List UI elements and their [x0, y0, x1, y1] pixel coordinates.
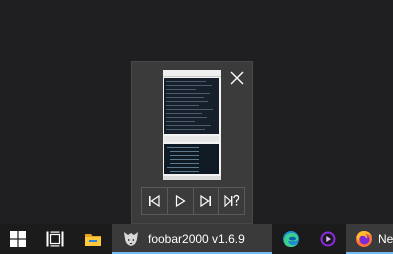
foobar2000-icon: [124, 232, 138, 246]
media-player-icon: [320, 231, 336, 247]
task-view-button[interactable]: [36, 224, 74, 254]
firefox-icon: [356, 231, 372, 247]
next-track-button[interactable]: [194, 188, 220, 214]
play-button[interactable]: [168, 188, 194, 214]
taskbar-thumbnail-preview[interactable]: [131, 61, 253, 224]
edge-icon: [283, 231, 299, 247]
taskbar-app-label-truncated: New: [378, 232, 393, 246]
task-view-icon: [46, 231, 64, 247]
previous-track-icon: [149, 195, 160, 207]
random-track-button[interactable]: [219, 188, 244, 214]
thumbnail-tabs: [164, 136, 219, 142]
previous-track-button[interactable]: [142, 188, 168, 214]
taskbar-app-foobar2000[interactable]: foobar2000 v1.6.9: [112, 224, 272, 254]
next-track-icon: [200, 195, 211, 207]
thumbnail-menubar: [163, 70, 221, 77]
play-icon: [176, 195, 186, 207]
taskbar-app-label: foobar2000 v1.6.9: [148, 232, 245, 246]
thumbnail-statusbar: [163, 176, 221, 180]
taskbar: foobar2000 v1.6.9 New: [0, 224, 393, 254]
edge-button[interactable]: [272, 224, 310, 254]
media-player-button[interactable]: [310, 224, 346, 254]
windows-logo-icon: [10, 231, 26, 247]
file-explorer-button[interactable]: [74, 224, 112, 254]
start-button[interactable]: [0, 224, 36, 254]
close-preview-button[interactable]: [220, 62, 253, 94]
close-icon: [230, 71, 243, 85]
file-explorer-icon: [85, 234, 101, 246]
window-thumbnail[interactable]: [163, 70, 221, 180]
taskbar-app-firefox[interactable]: New: [346, 224, 393, 254]
thumbnail-toolbar: [141, 187, 245, 215]
random-icon: [224, 194, 239, 208]
thumbnail-playlist: [164, 78, 219, 134]
thumbnail-library-tree: [164, 144, 219, 174]
